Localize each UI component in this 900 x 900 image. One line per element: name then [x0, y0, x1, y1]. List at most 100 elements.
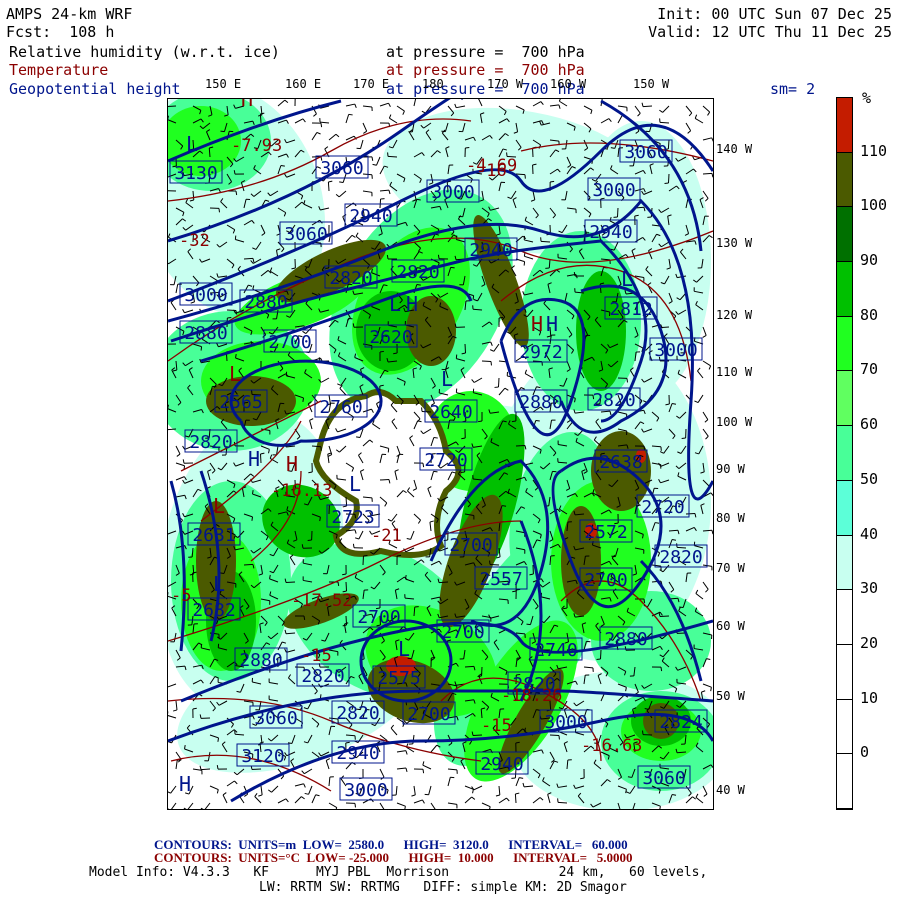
wind-barb [294, 783, 304, 787]
wind-barb-flag [397, 554, 402, 557]
height-label: 2723 [326, 504, 380, 528]
wind-barb [175, 476, 185, 481]
wind-barb [697, 394, 704, 403]
wind-barb-flag [659, 806, 661, 809]
wind-barb-flag [402, 110, 405, 115]
wind-barb [319, 121, 330, 124]
wind-barb-flag [302, 397, 305, 402]
height-label: 2880 [599, 626, 653, 650]
wind-barb [616, 207, 619, 218]
wind-barb [222, 794, 228, 804]
height-label: 3060 [619, 139, 673, 163]
wind-barb-flag [335, 133, 340, 138]
height-label-text: 2940 [589, 222, 632, 243]
wind-barb [617, 114, 623, 124]
wind-barb-flag [328, 180, 333, 183]
wind-barb-flag [422, 761, 425, 766]
wind-barb [478, 99, 483, 107]
wind-barb [557, 801, 568, 804]
wind-barb-flag [182, 459, 185, 464]
wind-barb-flag [388, 114, 392, 119]
colorbar-segment [837, 480, 852, 536]
wind-barb-flag [694, 400, 699, 403]
wind-barb [473, 785, 483, 791]
wind-barb-flag [558, 99, 561, 102]
wind-barb [277, 798, 287, 804]
height-label: 2720 [419, 447, 473, 471]
wind-barb-flag [235, 190, 238, 196]
height-label-text: 2880 [519, 392, 562, 413]
wind-barb [396, 750, 406, 753]
wind-barb [600, 118, 610, 124]
wind-barb-flag [643, 598, 646, 604]
wind-barb-flag [315, 794, 320, 797]
height-label: 3000 [539, 709, 593, 733]
wind-barb-flag [511, 420, 516, 423]
height-label-text: 2700 [407, 704, 450, 725]
height-label: 2880 [239, 289, 293, 313]
extremum-marker: H [241, 99, 253, 111]
wind-barb [175, 284, 179, 294]
height-label-text: 3060 [642, 768, 685, 789]
wind-barb-flag [702, 334, 707, 338]
extremum-marker: L [229, 362, 241, 386]
height-label: 2940 [344, 203, 398, 227]
temperature-label: -5 [171, 586, 191, 606]
wind-barb-flag [348, 113, 353, 116]
wind-barb [170, 302, 177, 311]
wind-barb-flag [433, 436, 438, 439]
height-label-text: 2682 [192, 600, 235, 621]
height-label-text: 2700 [441, 622, 484, 643]
wind-barb-flag [280, 164, 285, 167]
wind-barb [685, 105, 693, 114]
wind-barb-flag [695, 589, 699, 594]
height-label: 2820 [587, 387, 641, 411]
height-label: 2880 [179, 320, 233, 344]
wind-barb [396, 802, 406, 807]
wind-barb [481, 802, 491, 808]
colorbar-label: 40 [860, 524, 879, 543]
height-label: 2575 [372, 665, 426, 689]
height-label-text: 2720 [641, 497, 684, 518]
height-label-text: 3130 [174, 163, 217, 184]
height-label: 2565 [214, 389, 268, 413]
wind-barb-flag [324, 146, 329, 150]
wind-barb [702, 683, 712, 688]
wind-barb-flag [388, 102, 391, 107]
longitude-label-right: 40 W [716, 783, 745, 797]
wind-barb [320, 377, 330, 383]
wind-barb [389, 117, 398, 124]
longitude-label-right: 80 W [716, 511, 745, 525]
height-label: 2700 [436, 619, 490, 643]
wind-barb-flag [352, 543, 355, 548]
wind-barb-flag [268, 789, 272, 793]
colorbar-segment [837, 535, 852, 591]
temperature-label: -7.93 [231, 136, 282, 156]
wind-barb-flag [182, 445, 186, 450]
height-label: 2880 [234, 647, 288, 671]
wind-barb [695, 796, 704, 804]
wind-barb [473, 377, 483, 383]
wind-barb [175, 445, 181, 455]
wind-barb-flag [218, 208, 220, 213]
wind-barb [422, 764, 432, 770]
height-label: 2820 [296, 663, 350, 687]
wind-barb [702, 105, 710, 113]
height-label-text: 2700 [584, 570, 627, 591]
wind-barb [694, 118, 704, 124]
height-label: 2700 [263, 329, 317, 353]
height-label: 2760 [314, 394, 368, 418]
longitude-label-right: 110 W [716, 365, 753, 379]
wind-barb-flag [339, 181, 344, 184]
wind-barb [254, 796, 262, 804]
height-label: 3130 [169, 160, 223, 184]
wind-barb-flag [590, 109, 593, 115]
wind-barb [540, 240, 551, 243]
colorbar-label: 20 [860, 633, 879, 652]
colorbar-label: 100 [860, 196, 888, 215]
wind-barb-flag [168, 791, 171, 794]
wind-barb [345, 581, 348, 592]
wind-barb [702, 172, 713, 175]
wind-barb-flag [217, 737, 220, 742]
wind-barb [559, 100, 568, 107]
